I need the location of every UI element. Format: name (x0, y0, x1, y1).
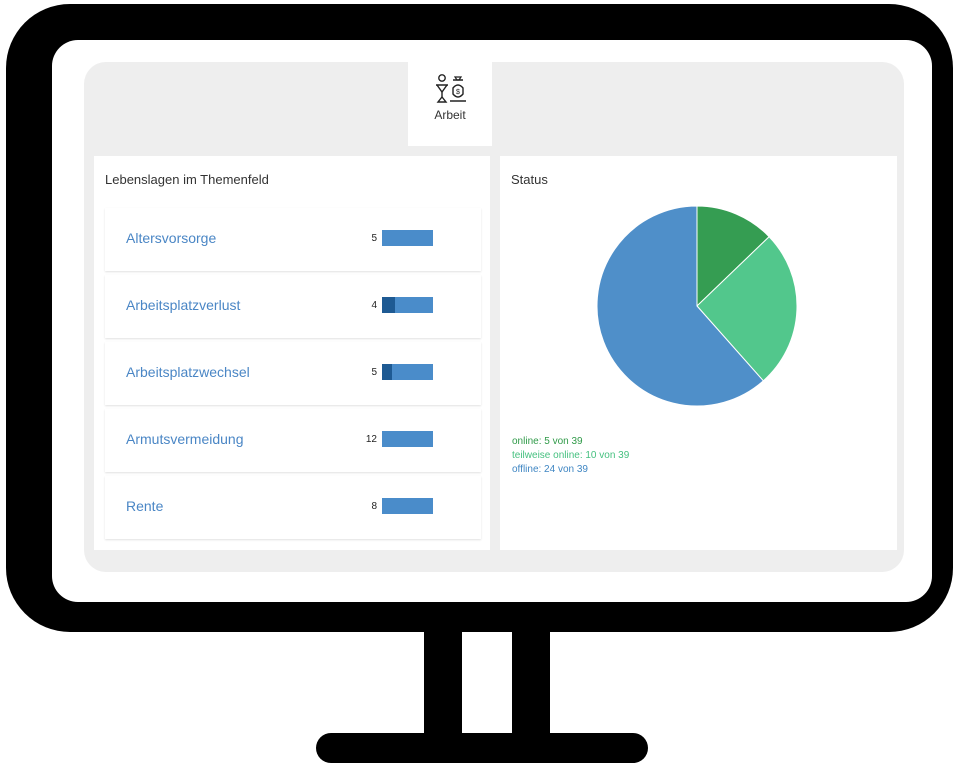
status-pie-chart (596, 205, 798, 412)
app-window: $ Arbeit Lebenslagen im Themenfeld Alter… (84, 62, 904, 572)
tab-label: Arbeit (434, 108, 466, 122)
monitor-base (316, 733, 648, 763)
tab-arbeit[interactable]: $ Arbeit (408, 62, 492, 146)
panel-title-lebenslagen: Lebenslagen im Themenfeld (105, 172, 269, 187)
monitor-screen: $ Arbeit Lebenslagen im Themenfeld Alter… (52, 40, 932, 602)
status-bar (382, 364, 433, 380)
list-item-label[interactable]: Altersvorsorge (126, 230, 216, 246)
list-item[interactable]: Altersvorsorge 5 (105, 208, 481, 271)
list-item-count: 8 (371, 501, 377, 512)
status-bar-dark-segment (382, 364, 393, 380)
status-bar (382, 431, 433, 447)
status-bar (382, 297, 433, 313)
life-situations-panel: Lebenslagen im Themenfeld Altersvorsorge… (94, 156, 490, 550)
legend-partially-online: teilweise online: 10 von 39 (512, 450, 630, 461)
list-item-label[interactable]: Arbeitsplatzwechsel (126, 364, 250, 380)
monitor-stand-left (424, 630, 462, 740)
panel-title-status: Status (511, 172, 548, 187)
list-item[interactable]: Rente 8 (105, 476, 481, 539)
legend-online: online: 5 von 39 (512, 436, 583, 447)
list-item[interactable]: Arbeitsplatzwechsel 5 (105, 342, 481, 405)
monitor-frame: $ Arbeit Lebenslagen im Themenfeld Alter… (6, 4, 953, 632)
list-item-count: 5 (371, 233, 377, 244)
balance-scale-icon: $ (436, 74, 466, 103)
status-legend: online: 5 von 39 teilweise online: 10 vo… (512, 435, 629, 477)
list-item-count: 12 (365, 434, 377, 445)
status-bar (382, 230, 433, 246)
monitor-stand-right (512, 630, 550, 740)
life-situations-list: Altersvorsorge 5 Arbeitsplatzverlust 4 A… (105, 208, 481, 543)
svg-text:$: $ (456, 89, 460, 96)
list-item-label[interactable]: Arbeitsplatzverlust (126, 297, 240, 313)
list-item-count: 4 (371, 300, 377, 311)
status-bar (382, 498, 433, 514)
list-item[interactable]: Arbeitsplatzverlust 4 (105, 275, 481, 338)
list-item-count: 5 (371, 367, 377, 378)
list-item[interactable]: Armutsvermeidung 12 (105, 409, 481, 472)
legend-offline: offline: 24 von 39 (512, 464, 588, 475)
status-panel: Status online: 5 von 39 teilweise online… (500, 156, 897, 550)
list-item-label[interactable]: Armutsvermeidung (126, 431, 244, 447)
pie-chart-svg (596, 205, 798, 407)
list-item-label[interactable]: Rente (126, 498, 163, 514)
status-bar-dark-segment (382, 297, 395, 313)
